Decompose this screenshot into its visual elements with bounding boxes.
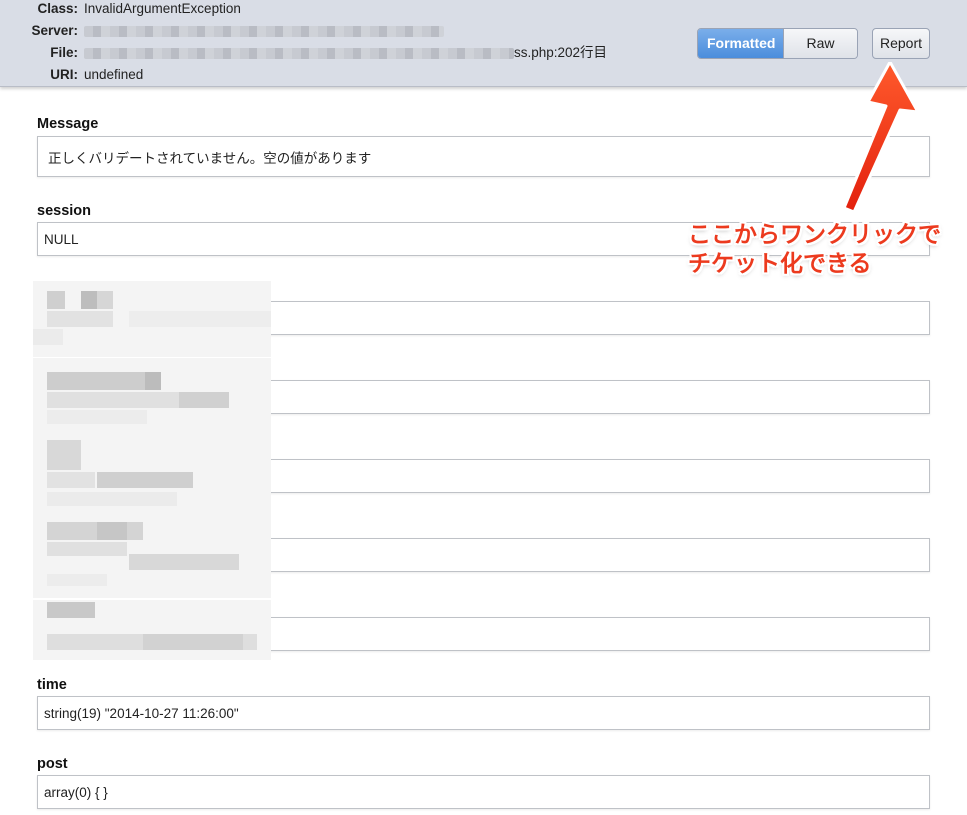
redacted-block-5 (33, 600, 271, 660)
uri-value: undefined (84, 67, 144, 82)
session-label: session (37, 203, 91, 219)
class-value: InvalidArgumentException (84, 1, 241, 16)
annotation-line-2: チケット化できる (688, 251, 872, 277)
post-field: array(0) { } (37, 775, 930, 809)
formatted-button[interactable]: Formatted (698, 29, 783, 58)
annotation-line-1: ここからワンクリックで (688, 222, 941, 248)
header-server-row: Server: (0, 22, 444, 40)
view-mode-toggle: Formatted Raw data (697, 28, 858, 59)
report-button[interactable]: Report (872, 28, 930, 59)
redacted-block-4 (33, 518, 271, 598)
annotation-arrow-icon (842, 62, 920, 214)
file-value-suffix: ss.php:202行目 (514, 45, 608, 60)
file-value: ss.php:202行目 (84, 44, 607, 62)
message-label: Message (37, 116, 99, 132)
message-field: 正しくバリデートされていません。空の値があります (37, 136, 930, 177)
server-label: Server: (31, 23, 78, 38)
time-field: string(19) "2014-10-27 11:26:00" (37, 696, 930, 730)
file-label: File: (50, 45, 78, 60)
redacted-block-1 (33, 281, 271, 357)
time-label: time (37, 677, 67, 693)
post-label: post (37, 756, 68, 772)
class-label: Class: (37, 1, 78, 16)
header-file-row: File: ss.php:202行目 (0, 44, 607, 62)
redacted-block-3 (33, 438, 271, 518)
error-header: Class: InvalidArgumentException Server: F… (0, 0, 967, 87)
header-class-row: Class: InvalidArgumentException (0, 0, 241, 18)
uri-label: URI: (50, 67, 78, 82)
file-path-redacted (84, 47, 514, 59)
raw-data-button[interactable]: Raw data (783, 29, 857, 58)
header-uri-row: URI: undefined (0, 66, 143, 84)
server-value-redacted (84, 22, 444, 40)
annotation-callout: ここからワンクリックで チケット化できる (688, 221, 958, 279)
redacted-block-2 (33, 358, 271, 438)
